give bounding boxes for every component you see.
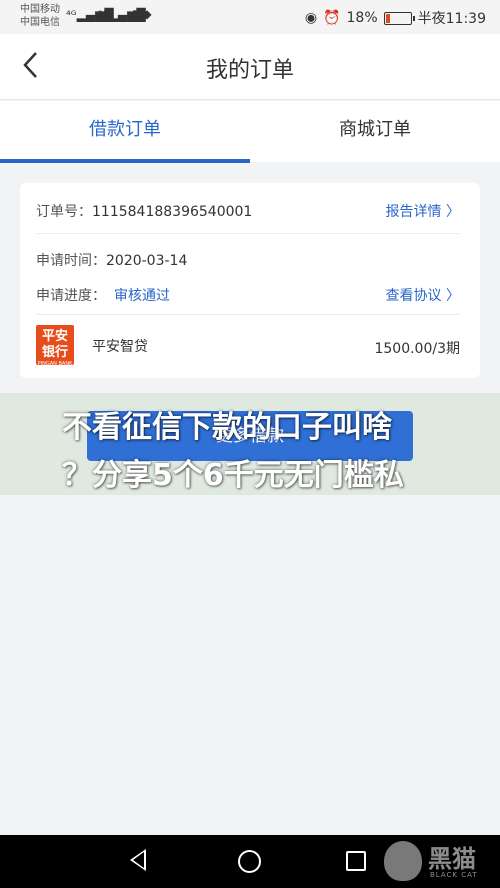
divider [36,314,460,315]
nav-recent-icon[interactable] [346,851,366,871]
eye-icon: ◉ [304,10,318,26]
pingan-bank-logo: 平安 银行 PINGAN BANK [36,325,74,367]
loan-amount: 1500.00/3期 [374,341,460,357]
apply-time: 2020-03-14 [106,253,188,269]
status-right: ◉ ⏰ 18% 半夜11:39 [305,8,486,28]
watermark-text-2: ？分享5个6千元无门槛私 [62,458,404,493]
order-tabs: 借款订单 商城订单 [0,101,500,163]
apply-time-label: 申请时间： [36,253,106,269]
tab-mall-orders[interactable]: 商城订单 [250,101,500,162]
alarm-icon: ⏰ [323,10,341,26]
tab-loan-orders[interactable]: 借款订单 [0,101,250,163]
clock: 半夜11:39 [417,11,486,27]
black-cat-watermark-logo: 黑猫 BLACK CAT [378,833,500,888]
progress-row: 申请进度： 审核通过 查看协议 〉 [36,285,460,305]
page-title: 我的订单 [205,58,294,83]
nav-back-icon[interactable] [130,849,146,871]
progress-label: 申请进度： [36,288,106,304]
carrier-1: 中国移动 [20,4,60,15]
empty-area [0,495,500,835]
app-header: 我的订单 [0,34,500,100]
order-card: 订单号：111584188396540001 报告详情 〉 申请时间：2020-… [20,183,480,378]
notification-icon: ▮ ◆ [132,7,152,21]
order-number-row: 订单号：111584188396540001 报告详情 〉 [36,201,460,221]
apply-time-row: 申请时间：2020-03-14 [36,250,460,270]
battery-percent: 18% [346,10,378,26]
view-agreement-link[interactable]: 查看协议 〉 [386,285,460,305]
carrier-2: 中国电信 [20,17,60,28]
status-bar: 中国移动 中国电信 ⁴ᴳ▂▄▆█ ²ᴳ▂▄▆█ ▮ ◆ ◉ ⏰ 18% 半夜11… [0,0,500,34]
cat-icon [384,841,422,881]
divider [36,233,460,234]
battery-icon [383,11,415,25]
progress-status: 审核通过 [114,288,170,304]
order-number-label: 订单号： [36,204,92,220]
nav-home-icon[interactable] [238,850,261,873]
carrier-names: 中国移动 中国电信 [20,3,60,29]
watermark-text-1: 不看征信下款的口子叫啥 [62,410,392,445]
order-number: 111584188396540001 [92,204,253,220]
battery-fill [385,13,391,23]
product-name: 平安智贷 [92,339,148,355]
report-details-link[interactable]: 报告详情 〉 [386,201,460,221]
